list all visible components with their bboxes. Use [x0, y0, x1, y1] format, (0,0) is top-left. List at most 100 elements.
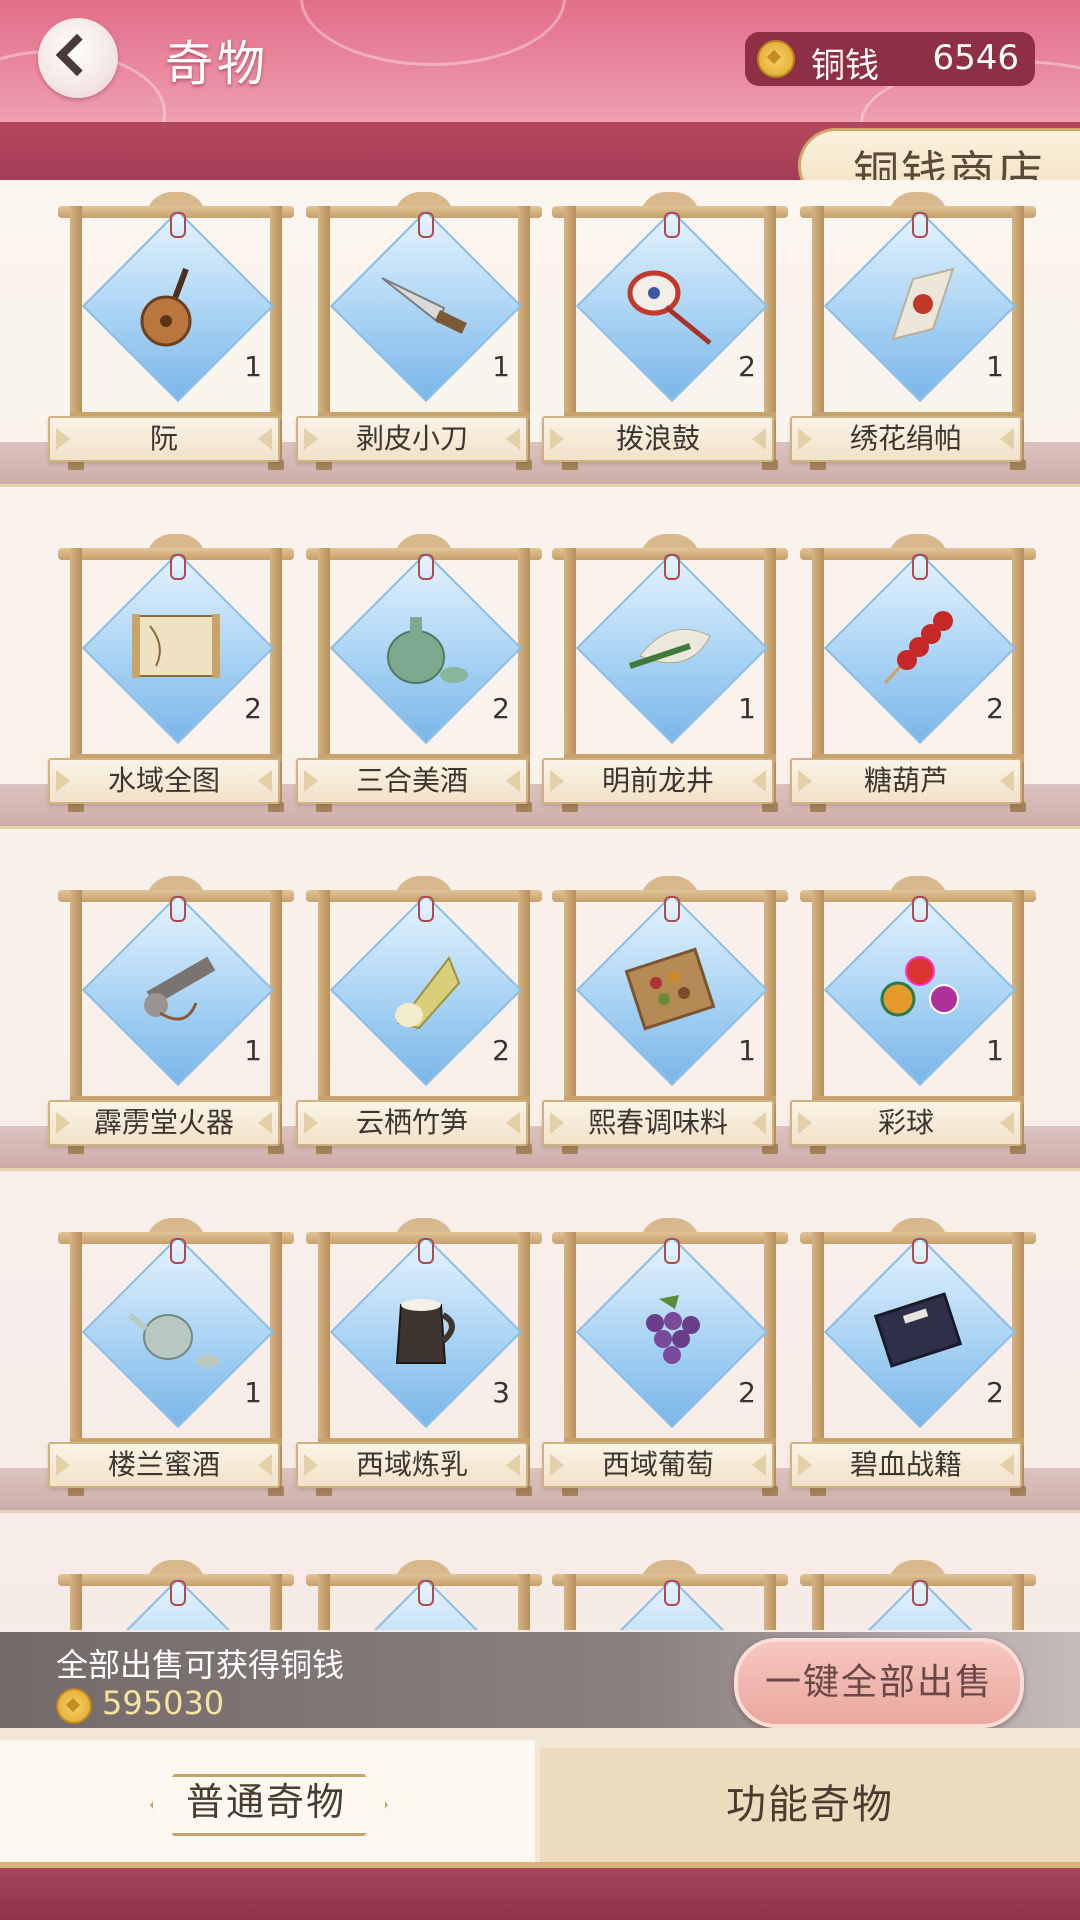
item-card[interactable]: 2 三合美酒	[296, 534, 542, 824]
item-card[interactable]: 2 水域全图	[48, 534, 294, 824]
item-count: 2	[986, 692, 1004, 725]
hook-icon	[664, 1238, 680, 1264]
frame-post	[270, 1574, 282, 1630]
hook-icon	[418, 1238, 434, 1264]
map-scroll-icon	[126, 596, 226, 696]
wine-jug-icon	[374, 596, 474, 696]
handkerchief-icon	[868, 254, 968, 354]
frame-post	[564, 1574, 576, 1630]
tab-normal-label: 普通奇物	[185, 1780, 346, 1824]
decor-swirl	[300, 0, 566, 66]
item-count: 2	[244, 692, 262, 725]
item-count: 2	[492, 1034, 510, 1067]
currency-display: 铜钱 6546	[745, 32, 1035, 86]
hook-icon	[912, 896, 928, 922]
hook-icon	[912, 554, 928, 580]
item-name: 云栖竹笋	[296, 1100, 528, 1146]
item-card[interactable]: 2 碧血战籍	[790, 1218, 1036, 1508]
item-name: 阮	[48, 416, 280, 462]
chevron-left-icon	[55, 33, 99, 77]
milk-pitcher-icon	[374, 1280, 474, 1380]
item-count: 1	[986, 350, 1004, 383]
item-count: 3	[492, 1376, 510, 1409]
hook-icon	[170, 896, 186, 922]
item-name: 三合美酒	[296, 758, 528, 804]
grapes-icon	[620, 1280, 720, 1380]
firearm-icon	[126, 938, 226, 1038]
rattle-drum-icon	[620, 254, 720, 354]
item-count: 2	[986, 1376, 1004, 1409]
item-card[interactable]: 1 绣花绢帕	[790, 192, 1036, 482]
frame-post	[318, 1574, 330, 1630]
hook-icon	[170, 554, 186, 580]
category-tabs: 普通奇物 功能奇物	[0, 1728, 1080, 1868]
item-card[interactable]: 1 彩球	[790, 876, 1036, 1166]
item-name: 拨浪鼓	[542, 416, 774, 462]
hook-icon	[912, 212, 928, 238]
item-count: 1	[738, 692, 756, 725]
tab-function-label: 功能奇物	[726, 1782, 894, 1828]
item-card[interactable]: 1 楼兰蜜酒	[48, 1218, 294, 1508]
item-card[interactable]: 1阮	[48, 192, 294, 482]
hook-icon	[664, 1580, 680, 1606]
sell-all-bar: 全部出售可获得铜钱 595030 一键全部出售	[0, 1632, 1080, 1728]
back-button[interactable]	[38, 18, 118, 98]
item-card-partial[interactable]	[552, 1560, 788, 1630]
item-count: 1	[244, 1376, 262, 1409]
book-icon	[868, 1280, 968, 1380]
candied-haws-icon	[868, 596, 968, 696]
knife-icon	[374, 254, 474, 354]
frame-post	[518, 1574, 530, 1630]
item-card[interactable]: 3 西域炼乳	[296, 1218, 542, 1508]
hook-icon	[418, 212, 434, 238]
tab-normal-items[interactable]: 普通奇物	[0, 1740, 535, 1868]
hook-icon	[912, 1580, 928, 1606]
copper-coin-icon	[757, 40, 795, 78]
item-card[interactable]: 2 云栖竹笋	[296, 876, 542, 1166]
item-name: 绣花绢帕	[790, 416, 1022, 462]
item-name: 西域炼乳	[296, 1442, 528, 1488]
item-card-partial[interactable]	[58, 1560, 294, 1630]
item-count: 1	[986, 1034, 1004, 1067]
hook-icon	[418, 1580, 434, 1606]
tab-function-items[interactable]: 功能奇物	[540, 1748, 1080, 1868]
hook-icon	[170, 212, 186, 238]
frame-post	[764, 1574, 776, 1630]
bamboo-shoot-icon	[374, 938, 474, 1038]
hook-icon	[170, 1580, 186, 1606]
item-card[interactable]: 1 剥皮小刀	[296, 192, 542, 482]
item-count: 1	[492, 350, 510, 383]
hook-icon	[664, 212, 680, 238]
items-grid: 1 阮 1 剥皮小刀 2 拨浪鼓 1 绣花绢帕 2 水域全图 2 三合美酒 1 明前龙井 2 糖葫芦 1 霹雳堂火…	[0, 180, 1080, 1630]
sell-all-button[interactable]: 一键全部出售	[734, 1638, 1024, 1728]
item-name: 明前龙井	[542, 758, 774, 804]
item-count: 2	[738, 1376, 756, 1409]
item-card[interactable]: 2 西域葡萄	[542, 1218, 788, 1508]
hook-icon	[912, 1238, 928, 1264]
hook-icon	[418, 896, 434, 922]
item-card[interactable]: 1 明前龙井	[542, 534, 788, 824]
copper-coin-icon	[56, 1688, 92, 1724]
item-card[interactable]: 2 拨浪鼓	[542, 192, 788, 482]
item-count: 2	[492, 692, 510, 725]
currency-value: 6546	[932, 38, 1019, 78]
colored-balls-icon	[868, 938, 968, 1038]
spice-box-icon	[620, 938, 720, 1038]
item-name: 剥皮小刀	[296, 416, 528, 462]
hook-icon	[664, 896, 680, 922]
sell-all-amount: 595030	[102, 1684, 225, 1722]
item-card[interactable]: 1 熙春调味料	[542, 876, 788, 1166]
currency-label: 铜钱	[811, 46, 879, 86]
item-card-partial[interactable]	[800, 1560, 1036, 1630]
item-card-partial[interactable]	[306, 1560, 542, 1630]
item-card[interactable]: 2 糖葫芦	[790, 534, 1036, 824]
sell-all-label: 全部出售可获得铜钱	[56, 1646, 345, 1684]
item-name: 碧血战籍	[790, 1442, 1022, 1488]
ruan-lute-icon	[126, 254, 226, 354]
hook-icon	[664, 554, 680, 580]
item-name: 糖葫芦	[790, 758, 1022, 804]
page-title: 奇物	[165, 36, 270, 92]
item-card[interactable]: 1 霹雳堂火器	[48, 876, 294, 1166]
item-count: 1	[738, 1034, 756, 1067]
item-count: 1	[244, 350, 262, 383]
